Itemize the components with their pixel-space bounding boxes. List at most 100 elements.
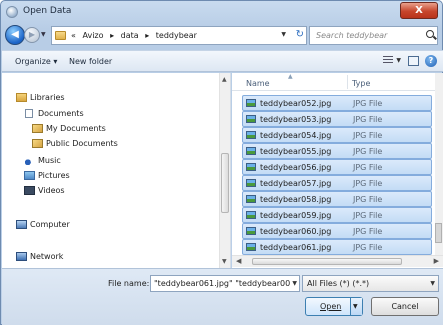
scrollbar-thumb[interactable] xyxy=(435,223,442,243)
file-list: ▲ Name Type teddybear052.jpg JPG File tedd… xyxy=(232,73,443,268)
refresh-icon[interactable]: ↻ xyxy=(296,29,304,40)
scrollbar-thumb[interactable] xyxy=(252,258,402,265)
list-item[interactable]: teddybear059.jpg JPG File xyxy=(242,207,432,223)
jpg-file-icon xyxy=(246,211,256,219)
list-item[interactable]: teddybear054.jpg JPG File xyxy=(242,127,432,143)
network-icon xyxy=(16,252,27,261)
computer-icon xyxy=(16,220,27,229)
column-header-name[interactable]: Name xyxy=(246,79,270,88)
close-button[interactable]: X xyxy=(400,2,438,19)
file-name-label: File name: xyxy=(108,279,150,288)
scroll-right-arrow-icon[interactable]: ▶ xyxy=(434,257,439,265)
list-item[interactable]: teddybear053.jpg JPG File xyxy=(242,111,432,127)
file-type-value: All Files (*) (*.*) xyxy=(307,279,370,288)
file-type-cell: JPG File xyxy=(353,195,383,204)
help-icon[interactable]: ? xyxy=(425,55,437,67)
cancel-button[interactable]: Cancel xyxy=(371,297,439,316)
list-item[interactable]: teddybear060.jpg JPG File xyxy=(242,223,432,239)
breadcrumb: « Avizo ▸ data ▸ teddybear xyxy=(71,31,201,40)
scroll-down-arrow-icon[interactable]: ▼ xyxy=(222,258,227,265)
list-item[interactable]: teddybear056.jpg JPG File xyxy=(242,159,432,175)
horizontal-scrollbar[interactable]: ◀ ▶ xyxy=(232,255,443,267)
jpg-file-icon xyxy=(246,147,256,155)
file-type-cell: JPG File xyxy=(353,147,383,156)
open-button[interactable]: Open ▼ xyxy=(305,297,363,316)
open-options-button[interactable]: ▼ xyxy=(350,298,362,315)
list-item[interactable]: teddybear058.jpg JPG File xyxy=(242,191,432,207)
file-type-cell: JPG File xyxy=(353,211,383,220)
new-folder-button[interactable]: New folder xyxy=(69,57,112,66)
column-header-type[interactable]: Type xyxy=(352,79,370,88)
file-name-cell: teddybear058.jpg xyxy=(260,195,332,204)
jpg-file-icon xyxy=(246,195,256,203)
view-options-chevron-icon[interactable]: ▼ xyxy=(396,57,401,64)
pictures-icon xyxy=(24,171,35,180)
file-type-cell: JPG File xyxy=(353,131,383,140)
breadcrumb-separator-icon[interactable]: ▸ xyxy=(145,31,149,40)
file-name-cell: teddybear052.jpg xyxy=(260,99,332,108)
organize-button[interactable]: Organize ▾ xyxy=(15,57,57,66)
scrollbar-thumb[interactable] xyxy=(221,153,229,213)
folder-icon xyxy=(55,31,66,40)
dialog-footer: File name: "teddybear061.jpg" "teddybear… xyxy=(2,268,443,325)
file-type-dropdown-icon[interactable]: ▼ xyxy=(430,280,435,287)
list-item[interactable]: teddybear055.jpg JPG File xyxy=(242,143,432,159)
file-name-cell: teddybear053.jpg xyxy=(260,115,332,124)
forward-button[interactable]: ▶ xyxy=(24,27,40,43)
file-type-cell: JPG File xyxy=(353,243,383,252)
navigation-row: ◀ ▶ ▼ « Avizo ▸ data ▸ teddybear ▼ ↻ Sea… xyxy=(5,25,438,47)
command-bar: Organize ▾ New folder ▼ ? xyxy=(2,50,443,72)
recent-pages-chevron-icon[interactable]: ▼ xyxy=(41,31,46,38)
jpg-file-icon xyxy=(246,131,256,139)
file-rows: teddybear052.jpg JPG File teddybear053.jpg… xyxy=(232,95,438,255)
list-item[interactable]: teddybear052.jpg JPG File xyxy=(242,95,432,111)
file-name-cell: teddybear057.jpg xyxy=(260,179,332,188)
breadcrumb-teddybear[interactable]: teddybear xyxy=(156,31,197,40)
file-type-cell: JPG File xyxy=(353,115,383,124)
file-type-cell: JPG File xyxy=(353,163,383,172)
file-name-cell: teddybear056.jpg xyxy=(260,163,332,172)
title-bar[interactable]: Open Data X xyxy=(1,1,442,23)
back-button[interactable]: ◀ xyxy=(5,25,25,45)
scroll-up-arrow-icon[interactable]: ▲ xyxy=(222,76,227,83)
preview-pane-icon[interactable] xyxy=(408,56,419,66)
public-documents-icon xyxy=(32,139,43,148)
search-input[interactable]: Search teddybear xyxy=(316,31,387,40)
documents-icon xyxy=(25,109,33,118)
file-type-select[interactable]: All Files (*) (*.*) ▼ xyxy=(302,275,439,292)
libraries-icon xyxy=(16,93,27,102)
file-type-cell: JPG File xyxy=(353,99,383,108)
file-name-dropdown-icon[interactable]: ▼ xyxy=(292,280,297,287)
file-name-value: "teddybear061.jpg" "teddybear000 xyxy=(154,279,290,288)
file-name-cell: teddybear060.jpg xyxy=(260,227,332,236)
file-list-scrollbar[interactable] xyxy=(435,73,443,261)
breadcrumb-separator-icon[interactable]: ▸ xyxy=(110,31,114,40)
file-type-cell: JPG File xyxy=(353,227,383,236)
navigation-scrollbar[interactable]: ▲ ▼ xyxy=(219,73,230,268)
videos-icon xyxy=(24,186,35,195)
file-name-cell: teddybear054.jpg xyxy=(260,131,332,140)
address-dropdown-icon[interactable]: ▼ xyxy=(281,31,286,38)
scroll-left-arrow-icon[interactable]: ◀ xyxy=(236,257,241,265)
list-item[interactable]: teddybear057.jpg JPG File xyxy=(242,175,432,191)
breadcrumb-overflow[interactable]: « xyxy=(71,31,76,40)
search-icon[interactable] xyxy=(426,30,434,38)
window-title: Open Data xyxy=(23,6,72,16)
navigation-pane: Libraries Documents My Documents Public … xyxy=(2,73,231,268)
my-documents-icon xyxy=(32,124,43,133)
list-item[interactable]: teddybear061.jpg JPG File xyxy=(242,239,432,255)
file-name-input[interactable]: "teddybear061.jpg" "teddybear000 ▼ xyxy=(150,275,300,292)
search-box[interactable]: Search teddybear xyxy=(309,26,438,45)
breadcrumb-data[interactable]: data xyxy=(121,31,139,40)
jpg-file-icon xyxy=(246,243,256,251)
file-name-cell: teddybear055.jpg xyxy=(260,147,332,156)
column-header-row: ▲ Name Type xyxy=(232,73,438,91)
address-bar[interactable]: « Avizo ▸ data ▸ teddybear ▼ ↻ xyxy=(51,26,307,45)
cancel-button-label: Cancel xyxy=(391,302,419,311)
file-type-cell: JPG File xyxy=(353,179,383,188)
breadcrumb-avizo[interactable]: Avizo xyxy=(82,31,103,40)
file-name-cell: teddybear061.jpg xyxy=(260,243,332,252)
change-view-icon[interactable] xyxy=(383,56,393,65)
jpg-file-icon xyxy=(246,179,256,187)
column-divider[interactable] xyxy=(347,75,348,89)
